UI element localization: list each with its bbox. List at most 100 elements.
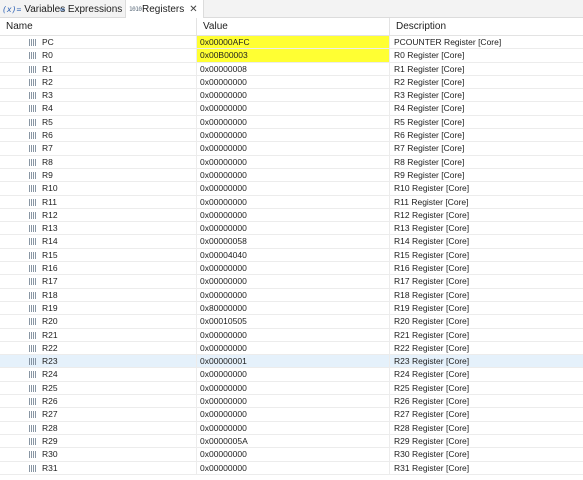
table-row[interactable]: R24 0x00000000 R24 Register [Core] xyxy=(0,368,583,382)
register-name: R2 xyxy=(0,75,197,89)
register-value[interactable]: 0x00000000 xyxy=(197,461,390,474)
close-icon[interactable]: ✕ xyxy=(189,4,197,15)
register-value[interactable]: 0x00000000 xyxy=(197,368,390,381)
register-name: R18 xyxy=(0,288,197,301)
register-value[interactable]: 0x00000000 xyxy=(197,195,390,208)
register-value[interactable]: 0x0000005A xyxy=(197,434,390,448)
register-name: R25 xyxy=(0,381,197,395)
register-description: R26 Register [Core] xyxy=(394,396,470,407)
register-name: R7 xyxy=(0,142,197,155)
register-value[interactable]: 0x00000000 xyxy=(197,168,390,182)
column-header-value[interactable]: Value xyxy=(197,18,390,36)
register-value[interactable]: 0x00B00003 xyxy=(197,49,390,62)
table-row[interactable]: R7 0x00000000 R7 Register [Core] xyxy=(0,142,583,156)
register-table: PC 0x00000AFC PCOUNTER Register [Core] R0 0x… xyxy=(0,36,583,475)
table-row[interactable]: R5 0x00000000 R5 Register [Core] xyxy=(0,115,583,130)
tab-expressions[interactable]: ∞ Expressions xyxy=(60,0,122,18)
register-value[interactable]: 0x00000000 xyxy=(197,182,390,195)
table-row[interactable]: R25 0x00000000 R25 Register [Core] xyxy=(0,381,583,396)
register-value[interactable]: 0x00010505 xyxy=(197,315,390,328)
register-value[interactable]: 0x00000000 xyxy=(197,275,390,288)
register-description: R30 Register [Core] xyxy=(394,449,470,460)
register-description: R31 Register [Core] xyxy=(394,462,470,473)
table-row[interactable]: R14 0x00000058 R14 Register [Core] xyxy=(0,235,583,249)
register-name: R27 xyxy=(0,408,197,421)
register-description: R4 Register [Core] xyxy=(394,103,465,114)
tab-expressions-label: Expressions xyxy=(67,3,123,15)
table-row[interactable]: R3 0x00000000 R3 Register [Core] xyxy=(0,89,583,103)
register-value[interactable]: 0x00000008 xyxy=(197,62,390,75)
table-row[interactable]: R9 0x00000000 R9 Register [Core] xyxy=(0,168,583,183)
register-name: R13 xyxy=(0,222,197,235)
table-row[interactable]: R31 0x00000000 R31 Register [Core] xyxy=(0,461,583,475)
register-name: R28 xyxy=(0,421,197,434)
table-row[interactable]: R22 0x00000000 R22 Register [Core] xyxy=(0,341,583,356)
table-row[interactable]: R17 0x00000000 R17 Register [Core] xyxy=(0,275,583,289)
register-value[interactable]: 0x00000058 xyxy=(197,235,390,248)
register-name: R5 xyxy=(0,115,197,129)
register-name: R24 xyxy=(0,368,197,381)
table-row[interactable]: R12 0x00000000 R12 Register [Core] xyxy=(0,208,583,223)
register-value[interactable]: 0x00000000 xyxy=(197,102,390,115)
table-row[interactable]: R13 0x00000000 R13 Register [Core] xyxy=(0,222,583,236)
register-description: PCOUNTER Register [Core] xyxy=(394,37,502,47)
register-description: R6 Register [Core] xyxy=(394,130,465,141)
table-row[interactable]: R23 0x00000001 R23 Register [Core] xyxy=(0,355,583,369)
register-value[interactable]: 0x00000000 xyxy=(197,421,390,434)
register-value[interactable]: 0x00000000 xyxy=(197,288,390,301)
table-row[interactable]: R0 0x00B00003 R0 Register [Core] xyxy=(0,49,583,63)
register-value[interactable]: 0x00000000 xyxy=(197,381,390,395)
register-value[interactable]: 0x00000000 xyxy=(197,208,390,222)
register-value[interactable]: 0x00000000 xyxy=(197,448,390,461)
table-row[interactable]: R4 0x00000000 R4 Register [Core] xyxy=(0,102,583,116)
register-value[interactable]: 0x80000000 xyxy=(197,301,390,315)
tab-registers[interactable]: 1010 Registers ✕ xyxy=(125,0,204,19)
table-row[interactable]: R30 0x00000000 R30 Register [Core] xyxy=(0,448,583,462)
column-header-name[interactable]: Name xyxy=(0,18,197,36)
register-name: R31 xyxy=(0,461,197,474)
table-row[interactable]: R26 0x00000000 R26 Register [Core] xyxy=(0,395,583,409)
register-description: R27 Register [Core] xyxy=(394,409,470,420)
table-row[interactable]: R15 0x00004040 R15 Register [Core] xyxy=(0,248,583,263)
register-value[interactable]: 0x00000000 xyxy=(197,222,390,235)
table-row[interactable]: R11 0x00000000 R11 Register [Core] xyxy=(0,195,583,209)
register-value[interactable]: 0x00000000 xyxy=(197,262,390,275)
register-value[interactable]: 0x00000000 xyxy=(197,395,390,408)
table-row[interactable]: R28 0x00000000 R28 Register [Core] xyxy=(0,421,583,435)
table-row[interactable]: R19 0x80000000 R19 Register [Core] xyxy=(0,301,583,316)
register-description: R1 Register [Core] xyxy=(394,63,465,74)
register-description: R22 Register [Core] xyxy=(394,342,470,353)
register-value[interactable]: 0x00000000 xyxy=(197,129,390,142)
register-name: PC xyxy=(0,36,197,49)
table-row[interactable]: R10 0x00000000 R10 Register [Core] xyxy=(0,182,583,196)
table-row[interactable]: R16 0x00000000 R16 Register [Core] xyxy=(0,262,583,276)
table-row[interactable]: R6 0x00000000 R6 Register [Core] xyxy=(0,129,583,143)
column-header-description[interactable]: Description xyxy=(390,18,583,36)
register-value[interactable]: 0x00000000 xyxy=(197,328,390,341)
register-value[interactable]: 0x00004040 xyxy=(197,248,390,262)
table-row[interactable]: R21 0x00000000 R21 Register [Core] xyxy=(0,328,583,342)
register-description: R25 Register [Core] xyxy=(394,382,470,393)
table-row[interactable]: R20 0x00010505 R20 Register [Core] xyxy=(0,315,583,329)
table-row[interactable]: PC 0x00000AFC PCOUNTER Register [Core] xyxy=(0,36,583,50)
register-value[interactable]: 0x00000000 xyxy=(197,408,390,421)
register-name: R20 xyxy=(0,315,197,328)
register-value[interactable]: 0x00000000 xyxy=(197,89,390,102)
table-row[interactable]: R18 0x00000000 R18 Register [Core] xyxy=(0,288,583,302)
register-value[interactable]: 0x00000000 xyxy=(197,341,390,355)
register-value[interactable]: 0x00000000 xyxy=(197,142,390,155)
table-row[interactable]: R29 0x0000005A R29 Register [Core] xyxy=(0,434,583,449)
tab-variables[interactable]: (x)= Variables xyxy=(2,0,65,18)
register-value[interactable]: 0x00000AFC xyxy=(197,36,390,49)
table-row[interactable]: R27 0x00000000 R27 Register [Core] xyxy=(0,408,583,422)
table-row[interactable]: R8 0x00000000 R8 Register [Core] xyxy=(0,155,583,169)
variables-icon: (x)= xyxy=(2,4,22,14)
register-value[interactable]: 0x00000000 xyxy=(197,115,390,129)
register-value[interactable]: 0x00000001 xyxy=(197,355,390,368)
register-name: R8 xyxy=(0,155,197,168)
table-row[interactable]: R1 0x00000008 R1 Register [Core] xyxy=(0,62,583,76)
table-row[interactable]: R2 0x00000000 R2 Register [Core] xyxy=(0,75,583,90)
register-value[interactable]: 0x00000000 xyxy=(197,75,390,89)
register-name: R6 xyxy=(0,129,197,142)
register-value[interactable]: 0x00000000 xyxy=(197,155,390,168)
